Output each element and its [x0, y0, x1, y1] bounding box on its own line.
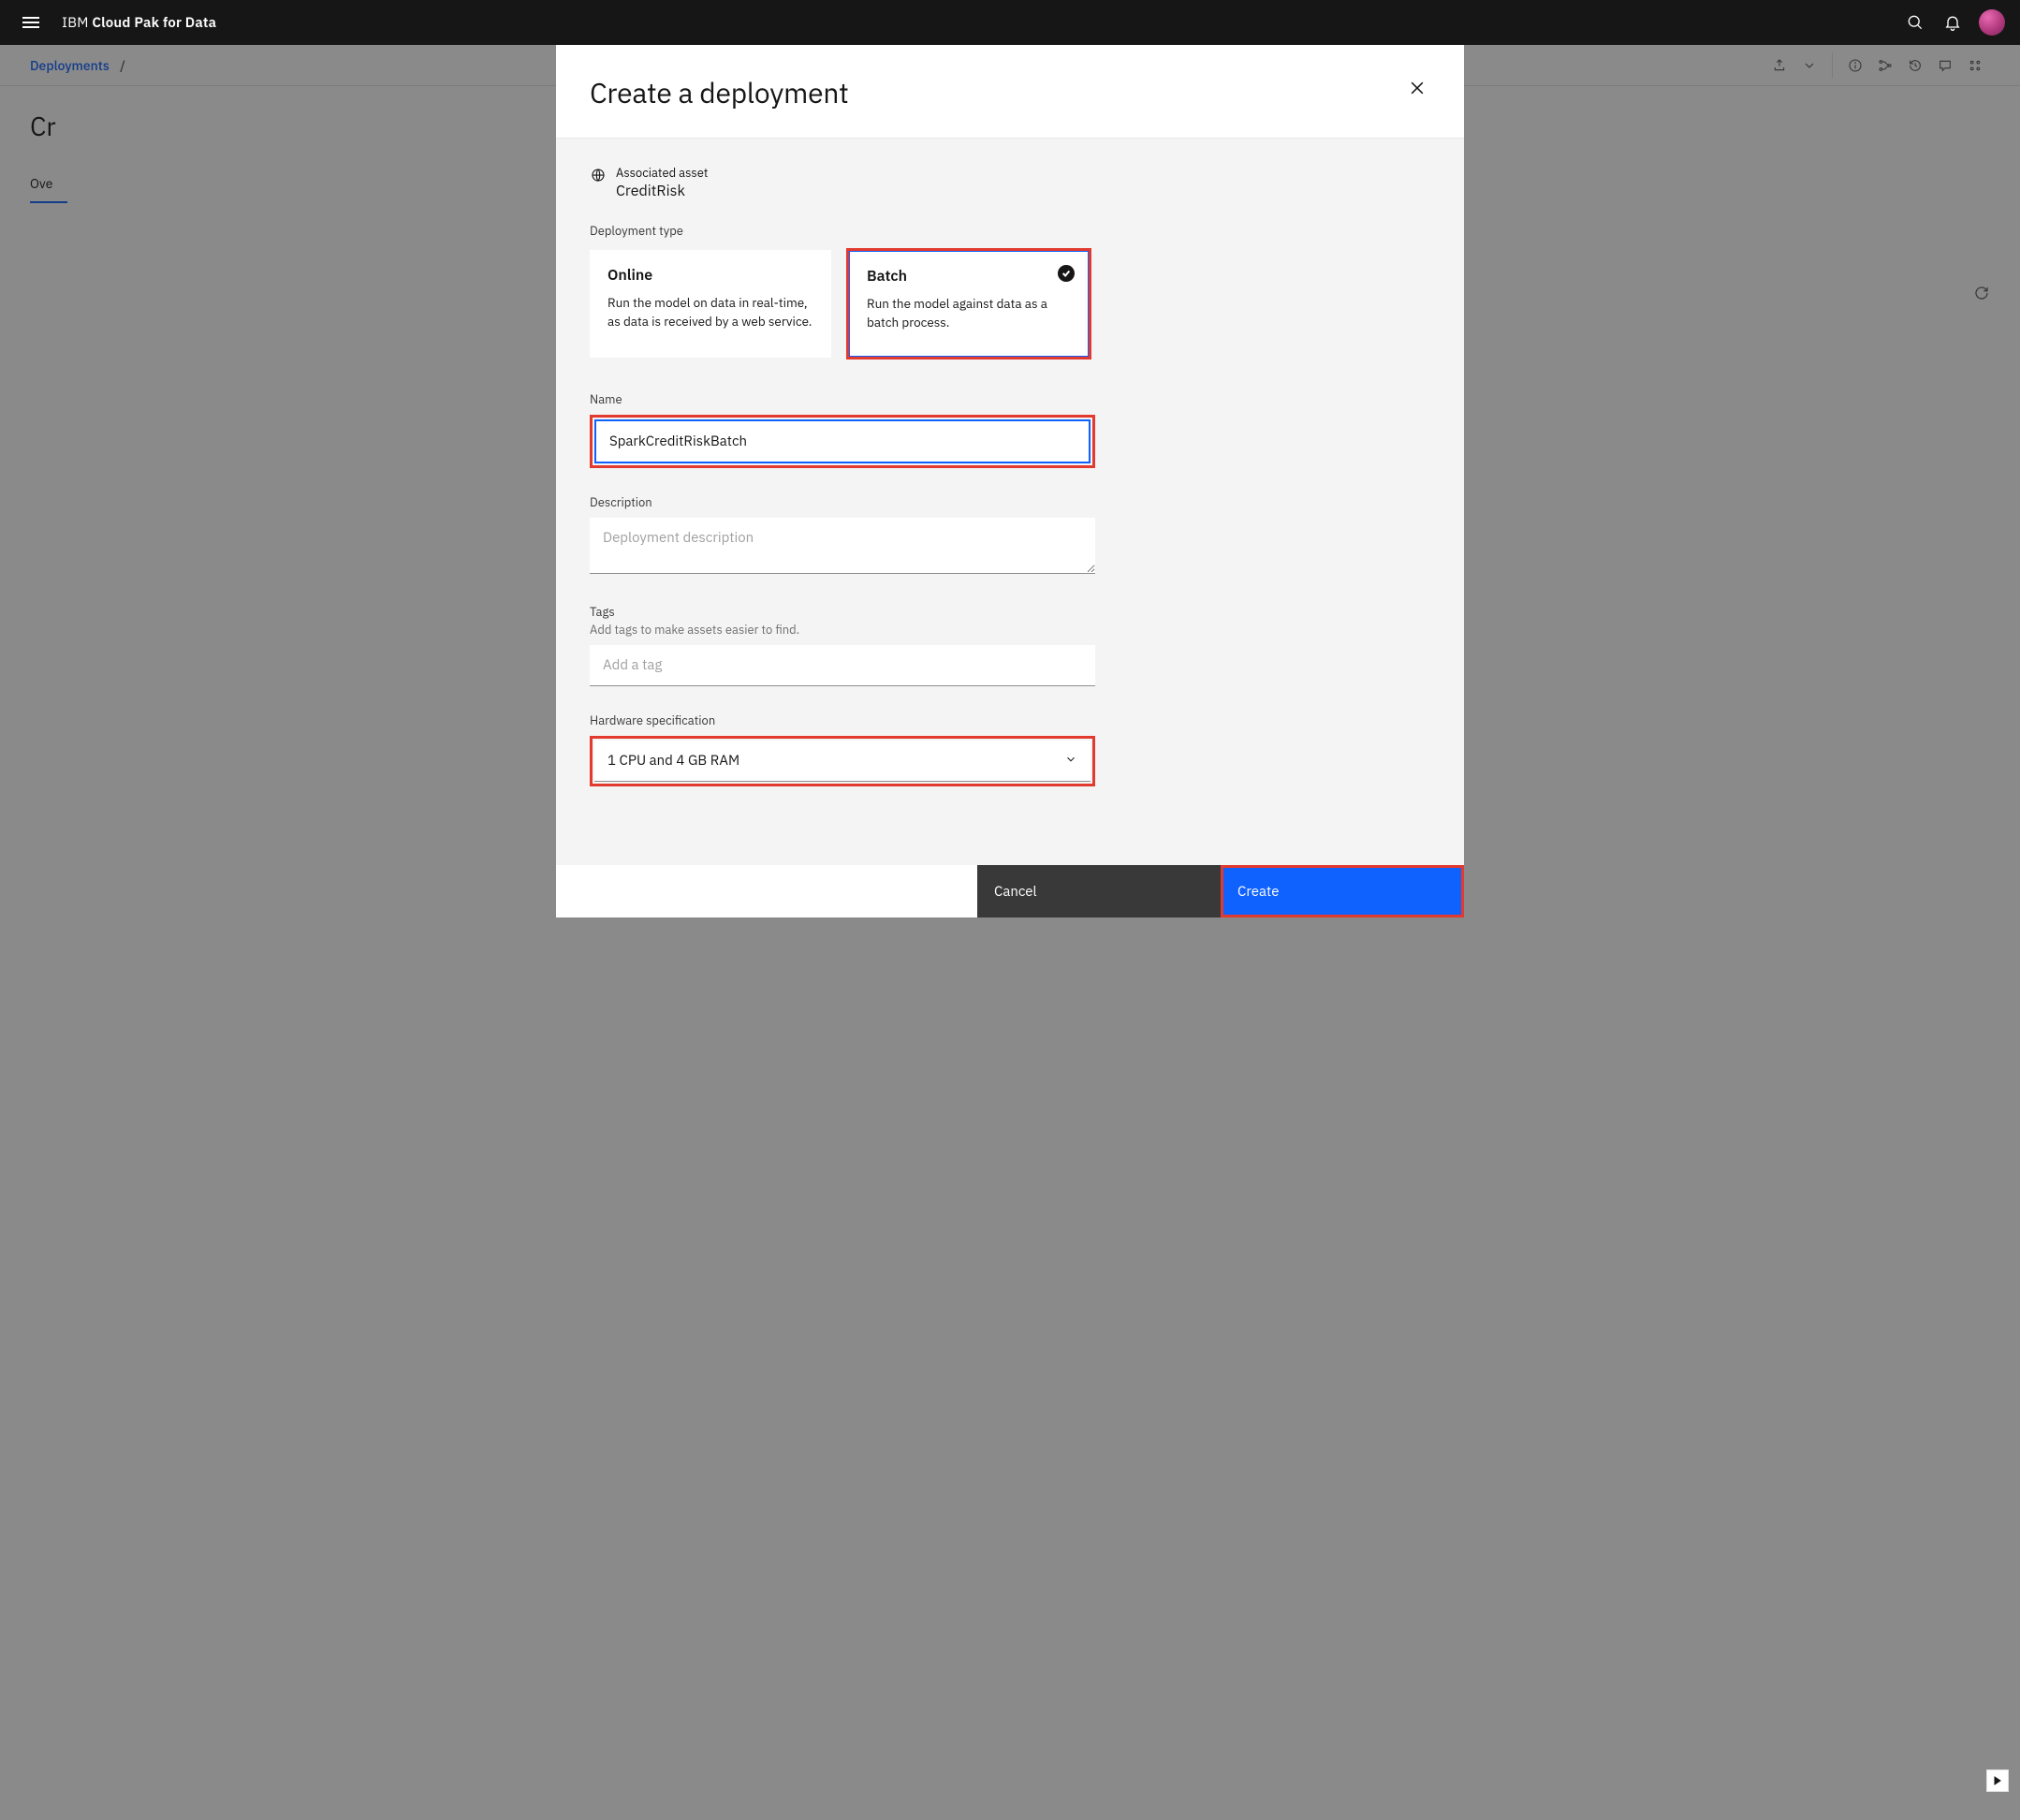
tags-input[interactable] — [590, 645, 1095, 686]
deployment-type-online[interactable]: Online Run the model on data in real-tim… — [590, 250, 831, 358]
associated-asset-label: Associated asset — [616, 165, 708, 181]
associated-asset: Associated asset CreditRisk — [590, 165, 1430, 200]
description-label: Description — [590, 494, 1095, 510]
check-icon — [1058, 265, 1075, 282]
tags-label: Tags Add tags to make assets easier to f… — [590, 604, 1095, 638]
tags-field: Tags Add tags to make assets easier to f… — [590, 604, 1095, 686]
global-header: IBM Cloud Pak for Data — [0, 0, 2020, 45]
side-panel-toggle[interactable] — [1986, 1769, 2009, 1792]
tags-label-text: Tags — [590, 604, 615, 620]
tags-hint: Add tags to make assets easier to find. — [590, 622, 1095, 638]
deployment-type-options: Online Run the model on data in real-tim… — [590, 250, 1430, 358]
hardware-label: Hardware specification — [590, 712, 1095, 728]
close-icon[interactable] — [1404, 75, 1430, 105]
description-field: Description — [590, 494, 1095, 578]
type-online-desc: Run the model on data in real-time, as d… — [607, 294, 813, 330]
type-online-title: Online — [607, 266, 813, 285]
name-input[interactable] — [594, 419, 1091, 463]
type-batch-title: Batch — [867, 267, 1071, 286]
dialog-body: Associated asset CreditRisk Deployment t… — [556, 139, 1464, 865]
menu-icon[interactable] — [15, 9, 47, 36]
create-deployment-dialog: Create a deployment Associated asset Cre… — [556, 45, 1464, 917]
dialog-header: Create a deployment — [556, 45, 1464, 139]
type-batch-desc: Run the model against data as a batch pr… — [867, 295, 1071, 331]
dialog-title: Create a deployment — [590, 75, 849, 111]
dialog-footer: Cancel Create — [977, 865, 1464, 917]
name-field: Name — [590, 391, 1095, 468]
name-label: Name — [590, 391, 1095, 407]
avatar[interactable] — [1979, 9, 2005, 36]
notification-icon[interactable] — [1934, 4, 1971, 41]
brand-title: IBM Cloud Pak for Data — [62, 14, 216, 32]
cancel-button[interactable]: Cancel — [977, 865, 1221, 917]
associated-asset-value: CreditRisk — [616, 182, 708, 200]
description-input[interactable] — [590, 518, 1095, 574]
brand-bold: Cloud Pak for Data — [92, 14, 216, 32]
hardware-field: Hardware specification — [590, 712, 1095, 786]
search-icon[interactable] — [1896, 4, 1934, 41]
deployment-type-batch[interactable]: Batch Run the model against data as a ba… — [848, 250, 1090, 358]
create-button[interactable]: Create — [1221, 865, 1464, 917]
deployment-type-label: Deployment type — [590, 223, 1430, 239]
hardware-select[interactable] — [594, 741, 1091, 782]
brand-light: IBM — [62, 14, 92, 32]
modal-overlay: Create a deployment Associated asset Cre… — [0, 45, 2020, 1820]
asset-icon — [590, 167, 607, 183]
